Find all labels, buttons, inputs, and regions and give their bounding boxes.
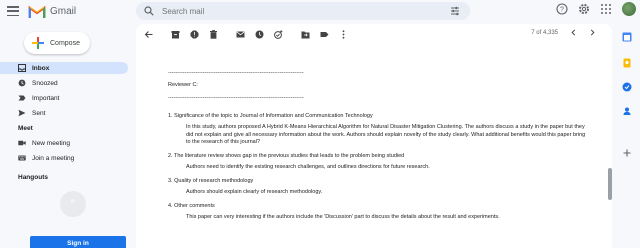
hangouts-section-title: Hangouts bbox=[18, 174, 48, 181]
snooze-clock-icon[interactable] bbox=[255, 30, 264, 39]
account-avatar[interactable] bbox=[622, 2, 636, 16]
sidebar: Compose Inbox Snoozed Important Sent Mee… bbox=[0, 22, 136, 248]
inbox-icon bbox=[18, 64, 26, 72]
scrollbar-thumb[interactable] bbox=[608, 168, 612, 200]
search-options-icon[interactable] bbox=[450, 6, 460, 16]
search-bar[interactable] bbox=[136, 2, 470, 20]
sidebar-item-label: Inbox bbox=[32, 64, 50, 72]
separator-line: ----------------------------------------… bbox=[168, 95, 304, 101]
sidebar-item-label: Sent bbox=[32, 109, 46, 117]
archive-icon[interactable] bbox=[171, 30, 180, 39]
gmail-logo[interactable]: Gmail bbox=[28, 5, 76, 18]
review-answer: Authors should explain clearly of resear… bbox=[186, 189, 323, 195]
compose-label: Compose bbox=[50, 39, 80, 47]
mark-unread-icon[interactable] bbox=[236, 30, 245, 39]
review-question: 2. The literature review shows gap in th… bbox=[168, 152, 405, 159]
svg-text:": " bbox=[71, 197, 75, 211]
sidebar-item-label: Snoozed bbox=[32, 79, 58, 87]
review-answer: In this study, authors proposed A Hybrid… bbox=[186, 124, 586, 145]
sidebar-item-join-meeting[interactable]: Join a meeting bbox=[0, 152, 136, 164]
calendar-icon[interactable] bbox=[622, 32, 632, 42]
hangouts-illustration-icon: " bbox=[60, 191, 86, 218]
sidebar-item-snoozed[interactable]: Snoozed bbox=[0, 77, 136, 89]
more-options-icon[interactable] bbox=[339, 29, 348, 39]
add-task-icon[interactable] bbox=[274, 29, 283, 39]
svg-text:?: ? bbox=[560, 7, 564, 14]
top-bar: Gmail ? bbox=[0, 0, 640, 22]
search-icon[interactable] bbox=[144, 6, 154, 16]
move-to-icon[interactable] bbox=[301, 30, 310, 39]
help-icon[interactable]: ? bbox=[556, 3, 568, 15]
reviewer-heading: Reviewer C: bbox=[168, 81, 198, 88]
review-question: 3. Quality of research methodology bbox=[168, 177, 254, 184]
top-right-actions: ? bbox=[556, 2, 636, 16]
main-menu-icon[interactable] bbox=[6, 4, 20, 18]
clock-icon bbox=[18, 79, 26, 87]
pagination: 7 of 4,335 bbox=[531, 29, 596, 36]
sidebar-item-label: Important bbox=[32, 94, 60, 102]
email-body: ----------------------------------------… bbox=[168, 70, 588, 222]
add-addon-plus-icon[interactable] bbox=[622, 148, 632, 158]
message-view: 7 of 4,335 -----------------------------… bbox=[136, 24, 612, 248]
gmail-app: Gmail ? bbox=[0, 0, 640, 248]
settings-gear-icon[interactable] bbox=[578, 3, 590, 15]
sidebar-item-new-meeting[interactable]: New meeting bbox=[0, 137, 136, 149]
label-icon[interactable] bbox=[320, 30, 329, 39]
video-icon bbox=[18, 140, 26, 146]
review-question: 1. Significance of the topic to Journal … bbox=[168, 112, 373, 119]
mail-nav: Inbox Snoozed Important Sent Meet New me… bbox=[0, 62, 136, 167]
contacts-icon[interactable] bbox=[622, 106, 632, 116]
message-toolbar: 7 of 4,335 bbox=[136, 24, 612, 44]
delete-icon[interactable] bbox=[209, 29, 218, 39]
review-answer: This paper can very interesting if the a… bbox=[186, 214, 500, 220]
side-panel bbox=[614, 24, 640, 248]
pagination-count: 7 of 4,335 bbox=[531, 29, 558, 36]
chevron-left-icon[interactable] bbox=[570, 29, 577, 36]
gmail-m-icon bbox=[28, 5, 46, 18]
important-icon bbox=[18, 95, 26, 101]
sidebar-item-sent[interactable]: Sent bbox=[0, 107, 136, 119]
keyboard-icon bbox=[18, 155, 26, 161]
keep-icon[interactable] bbox=[622, 58, 632, 68]
tasks-icon[interactable] bbox=[622, 82, 632, 92]
meet-section-title: Meet bbox=[18, 125, 33, 132]
apps-grid-icon[interactable] bbox=[600, 3, 612, 15]
sidebar-item-important[interactable]: Important bbox=[0, 92, 136, 104]
send-icon bbox=[18, 109, 26, 117]
sidebar-item-label: Join a meeting bbox=[32, 154, 75, 162]
review-answer: Authors need to identify the existing re… bbox=[186, 164, 430, 170]
gmail-logo-text: Gmail bbox=[50, 5, 77, 17]
compose-button[interactable]: Compose bbox=[24, 32, 90, 54]
back-arrow-icon[interactable] bbox=[144, 30, 153, 39]
report-spam-icon[interactable] bbox=[190, 30, 199, 39]
separator-line: ----------------------------------------… bbox=[168, 70, 304, 76]
review-question: 4. Other comments bbox=[168, 202, 215, 209]
compose-plus-icon bbox=[32, 37, 44, 49]
sidebar-item-label: New meeting bbox=[32, 139, 70, 147]
chevron-right-icon[interactable] bbox=[589, 29, 596, 36]
search-input[interactable] bbox=[162, 6, 422, 16]
message-scrollbar[interactable] bbox=[608, 40, 612, 248]
sidebar-item-inbox[interactable]: Inbox bbox=[0, 62, 128, 74]
signin-button[interactable]: Sign in bbox=[30, 236, 126, 248]
